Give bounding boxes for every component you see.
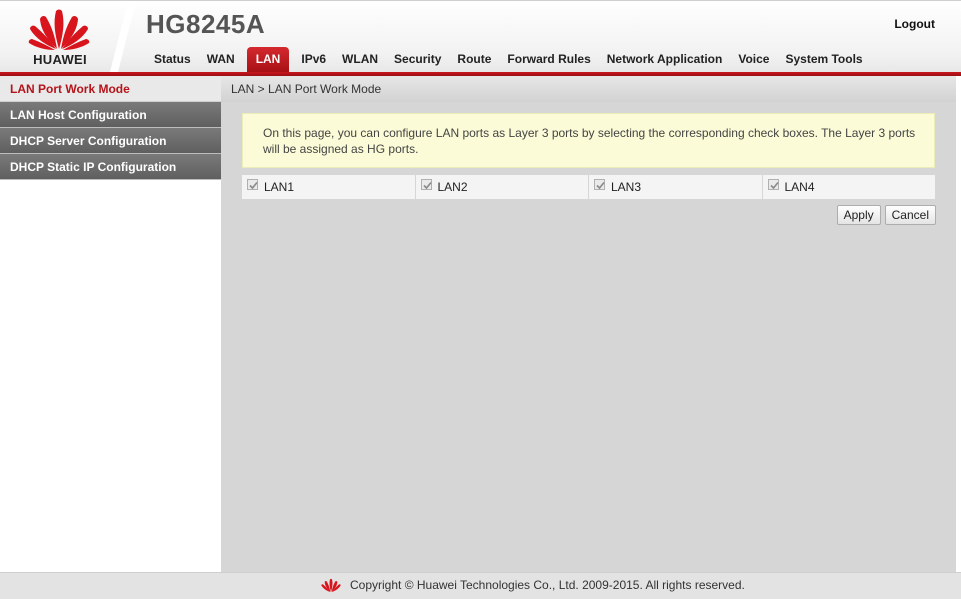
sidebar-item-dhcp-server-configuration[interactable]: DHCP Server Configuration bbox=[0, 128, 221, 154]
tab-security[interactable]: Security bbox=[386, 47, 449, 72]
lan3-checkbox[interactable] bbox=[594, 178, 605, 190]
tab-status[interactable]: Status bbox=[146, 47, 199, 72]
tab-system-tools[interactable]: System Tools bbox=[777, 47, 870, 72]
tab-ipv6[interactable]: IPv6 bbox=[293, 47, 334, 72]
header: HUAWEI HG8245A Logout Status WAN LAN IPv… bbox=[0, 0, 961, 77]
tab-route[interactable]: Route bbox=[449, 47, 499, 72]
tab-voice[interactable]: Voice bbox=[730, 47, 777, 72]
sidebar-item-lan-host-configuration[interactable]: LAN Host Configuration bbox=[0, 102, 221, 128]
check-icon bbox=[249, 181, 258, 189]
huawei-logo: HUAWEI bbox=[0, 1, 120, 72]
action-buttons: Apply Cancel bbox=[836, 205, 936, 225]
brand-name: HUAWEI bbox=[33, 52, 87, 67]
lan-port-table: LAN1 LAN2 LAN3 LAN4 bbox=[242, 175, 935, 199]
lan1-checkbox[interactable] bbox=[247, 178, 258, 190]
huawei-flower-icon bbox=[321, 578, 341, 592]
info-notice: On this page, you can configure LAN port… bbox=[242, 113, 935, 168]
cancel-button[interactable]: Cancel bbox=[884, 205, 936, 225]
tab-wan[interactable]: WAN bbox=[199, 47, 243, 72]
content-panel: LAN > LAN Port Work Mode On this page, y… bbox=[221, 76, 956, 572]
logout-link[interactable]: Logout bbox=[894, 17, 935, 31]
lan4-checkbox[interactable] bbox=[767, 178, 779, 190]
sidebar-item-dhcp-static-ip-configuration[interactable]: DHCP Static IP Configuration bbox=[0, 154, 221, 180]
huawei-flower-icon bbox=[28, 9, 90, 50]
tab-wlan[interactable]: WLAN bbox=[334, 47, 386, 72]
lan4-label: LAN4 bbox=[784, 180, 815, 194]
tab-lan[interactable]: LAN bbox=[246, 47, 290, 72]
check-icon bbox=[596, 181, 605, 189]
sidebar: LAN Port Work Mode LAN Host Configuratio… bbox=[0, 76, 221, 572]
footer: Copyright © Huawei Technologies Co., Ltd… bbox=[0, 572, 961, 599]
apply-button[interactable]: Apply bbox=[836, 205, 881, 225]
header-divider bbox=[110, 1, 136, 72]
lan-port-cell: LAN1 bbox=[242, 175, 416, 199]
check-icon bbox=[769, 181, 779, 189]
lan-port-cell: LAN4 bbox=[763, 175, 936, 199]
lan3-label: LAN3 bbox=[611, 180, 642, 194]
right-margin bbox=[956, 76, 961, 572]
lan2-checkbox[interactable] bbox=[420, 178, 432, 190]
lan2-label: LAN2 bbox=[437, 180, 468, 194]
main-nav: Status WAN LAN IPv6 WLAN Security Route … bbox=[146, 47, 871, 72]
breadcrumb: LAN > LAN Port Work Mode bbox=[221, 76, 956, 102]
footer-content: Copyright © Huawei Technologies Co., Ltd… bbox=[320, 577, 745, 593]
product-name: HG8245A bbox=[146, 9, 266, 39]
tab-network-application[interactable]: Network Application bbox=[599, 47, 731, 72]
check-icon bbox=[422, 181, 432, 189]
lan-port-cell: LAN3 bbox=[589, 175, 763, 199]
copyright-text: Copyright © Huawei Technologies Co., Ltd… bbox=[350, 578, 745, 592]
lan-port-cell: LAN2 bbox=[416, 175, 589, 199]
sidebar-item-lan-port-work-mode[interactable]: LAN Port Work Mode bbox=[0, 76, 221, 102]
tab-forward-rules[interactable]: Forward Rules bbox=[499, 47, 598, 72]
lan1-label: LAN1 bbox=[264, 180, 295, 194]
